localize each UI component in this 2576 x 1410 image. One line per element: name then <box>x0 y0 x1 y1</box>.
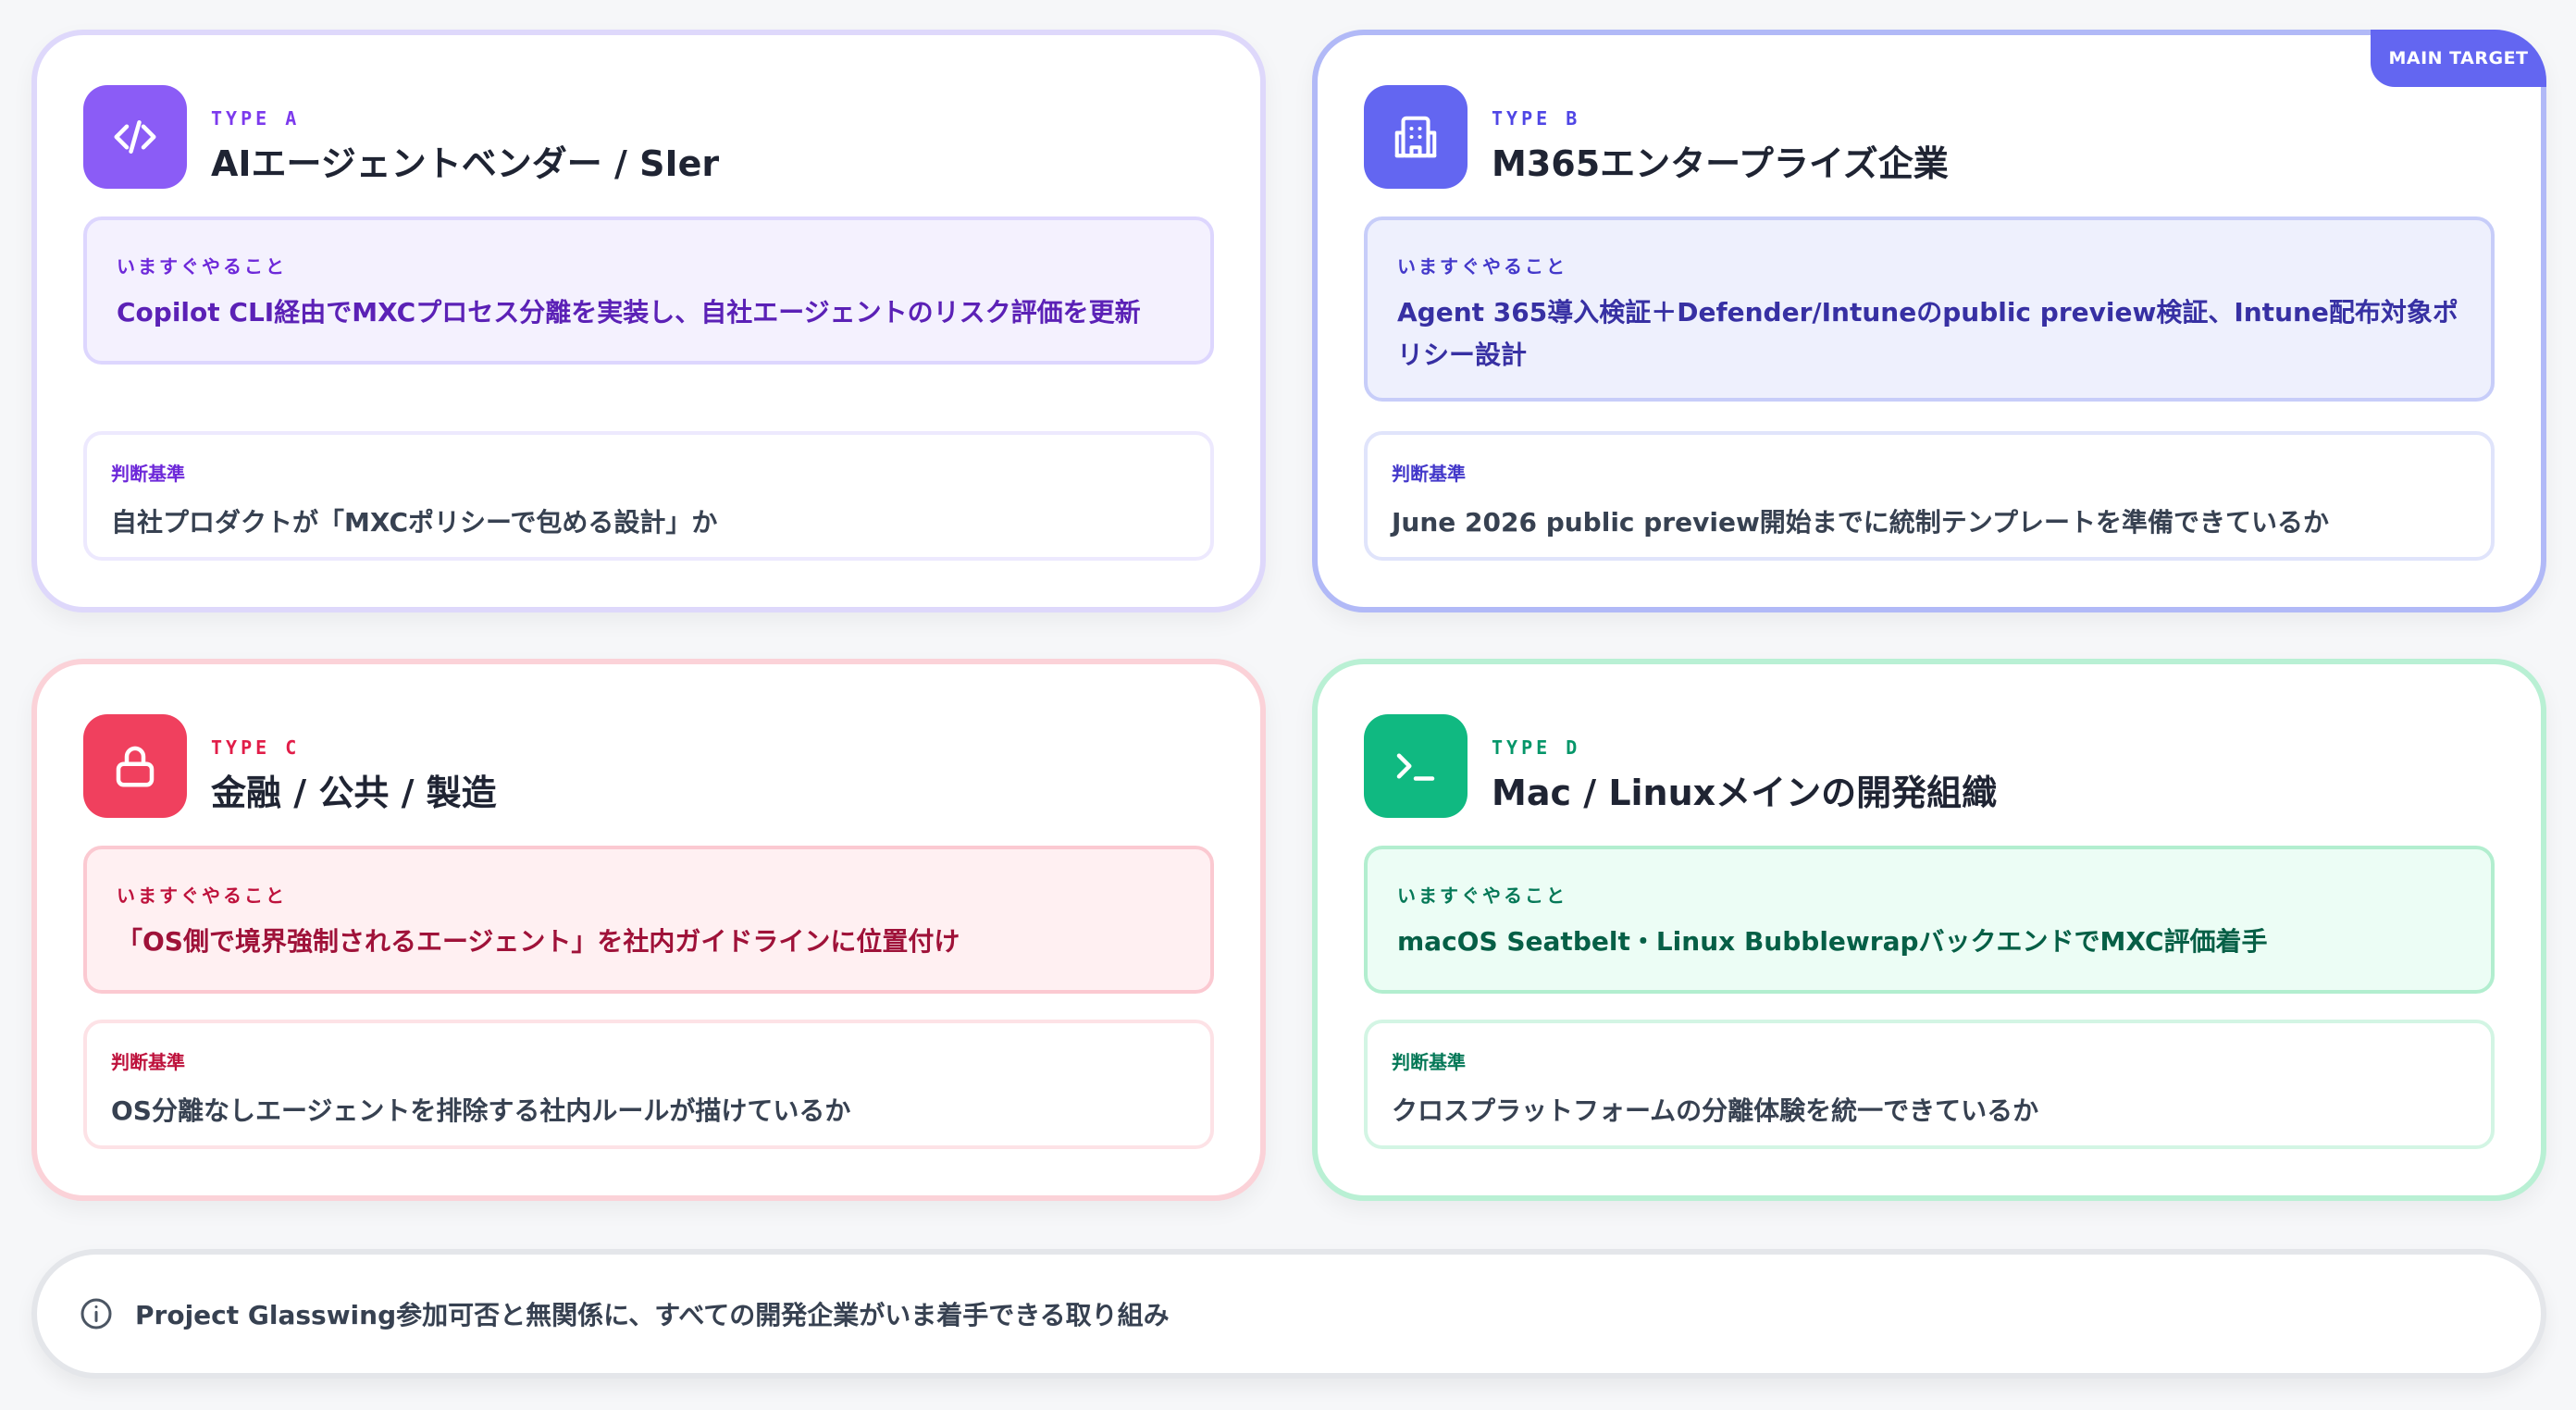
code-icon <box>83 85 187 189</box>
action-box: いますぐやること Agent 365導入検証＋Defender/Intuneのp… <box>1364 216 2495 402</box>
action-text: macOS Seatbelt・Linux BubblewrapバックエンドでMX… <box>1397 926 2268 957</box>
card-type-a: TYPE A AIエージェントベンダー / SIer いますぐやること Copi… <box>31 30 1266 612</box>
action-box: いますぐやること Copilot CLI経由でMXCプロセス分離を実装し、自社エ… <box>83 216 1214 365</box>
criteria-box: 判断基準 OS分離なしエージェントを排除する社内ルールが描けているか <box>83 1020 1214 1149</box>
criteria-text: 自社プロダクトが「MXCポリシーで包める設計」か <box>111 507 718 538</box>
criteria-label: 判断基準 <box>111 463 185 485</box>
lock-icon <box>83 714 187 818</box>
action-label: いますぐやること <box>117 884 287 907</box>
action-box: いますぐやること macOS Seatbelt・Linux Bubblewrap… <box>1364 846 2495 994</box>
card-title: AIエージェントベンダー / SIer <box>211 143 720 184</box>
action-box: いますぐやること 「OS側で境界強制されるエージェント」を社内ガイドラインに位置… <box>83 846 1214 994</box>
action-text: 「OS側で境界強制されるエージェント」を社内ガイドラインに位置付け <box>117 926 960 957</box>
criteria-box: 判断基準 クロスプラットフォームの分離体験を統一できているか <box>1364 1020 2495 1149</box>
footer-note: Project Glasswing参加可否と無関係に、すべての開発企業がいま着手… <box>31 1249 2546 1379</box>
info-icon <box>78 1295 115 1332</box>
main-target-badge: MAIN TARGET <box>2371 30 2546 87</box>
criteria-box: 判断基準 June 2026 public preview開始までに統制テンプレ… <box>1364 431 2495 561</box>
criteria-text: OS分離なしエージェントを排除する社内ルールが描けているか <box>111 1095 851 1126</box>
criteria-label: 判断基準 <box>111 1051 185 1073</box>
criteria-box: 判断基準 自社プロダクトが「MXCポリシーで包める設計」か <box>83 431 1214 561</box>
type-label: TYPE B <box>1492 107 1581 130</box>
footer-text: Project Glasswing参加可否と無関係に、すべての開発企業がいま着手… <box>135 1300 1170 1330</box>
type-label: TYPE D <box>1492 736 1581 759</box>
card-type-d: TYPE D Mac / Linuxメインの開発組織 いますぐやること macO… <box>1312 659 2546 1201</box>
type-label: TYPE A <box>211 107 301 130</box>
action-label: いますぐやること <box>117 255 287 278</box>
type-label: TYPE C <box>211 736 301 759</box>
action-text: Agent 365導入検証＋Defender/Intuneのpublic pre… <box>1397 297 2458 370</box>
card-title: 金融 / 公共 / 製造 <box>211 773 497 813</box>
card-title: M365エンタープライズ企業 <box>1492 143 1949 184</box>
action-text: Copilot CLI経由でMXCプロセス分離を実装し、自社エージェントのリスク… <box>117 297 1141 328</box>
page: TYPE A AIエージェントベンダー / SIer いますぐやること Copi… <box>0 0 2576 1410</box>
action-label: いますぐやること <box>1397 255 1567 278</box>
criteria-text: June 2026 public preview開始までに統制テンプレートを準備… <box>1392 507 2329 538</box>
criteria-label: 判断基準 <box>1392 1051 1466 1073</box>
criteria-text: クロスプラットフォームの分離体験を統一できているか <box>1392 1095 2039 1126</box>
card-type-b: MAIN TARGET TYPE B M365エンタープライズ企業 いますぐやる… <box>1312 30 2546 612</box>
terminal-icon <box>1364 714 1468 818</box>
building-icon <box>1364 85 1468 189</box>
criteria-label: 判断基準 <box>1392 463 1466 485</box>
card-type-c: TYPE C 金融 / 公共 / 製造 いますぐやること 「OS側で境界強制され… <box>31 659 1266 1201</box>
action-label: いますぐやること <box>1397 884 1567 907</box>
card-title: Mac / Linuxメインの開発組織 <box>1492 773 1998 813</box>
